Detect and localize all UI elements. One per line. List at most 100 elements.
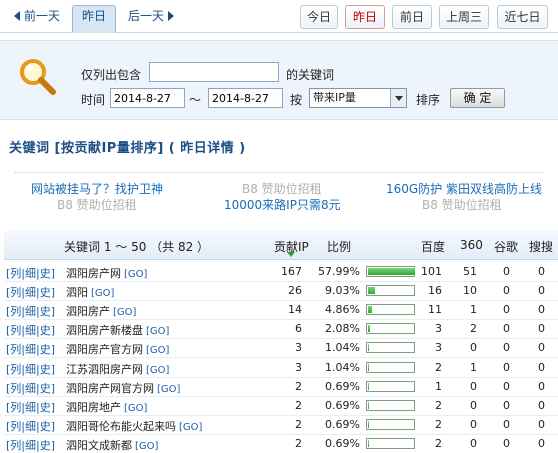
keyword-cell: 泗阳房产网官方网 [GO] bbox=[66, 380, 180, 396]
history-link[interactable]: |史] bbox=[36, 382, 55, 395]
sogou-column-header[interactable]: 搜搜 bbox=[529, 238, 553, 255]
keyword-cell: 江苏泗阳房产网 [GO] bbox=[66, 361, 169, 377]
go-link[interactable]: [GO] bbox=[124, 269, 147, 280]
go-link[interactable]: [GO] bbox=[113, 307, 136, 318]
date-from-input[interactable] bbox=[110, 88, 185, 108]
go-link[interactable]: [GO] bbox=[146, 345, 169, 356]
next-day-button[interactable]: 后一天 bbox=[120, 6, 182, 28]
ip-cell: 2 bbox=[295, 379, 302, 393]
range-tab-last-seven-days[interactable]: 近七日 bbox=[497, 5, 548, 29]
date-to-input[interactable] bbox=[208, 88, 283, 108]
360-cell: 0 bbox=[470, 436, 477, 450]
history-link[interactable]: |史] bbox=[36, 343, 55, 356]
detail-link[interactable]: |细 bbox=[21, 286, 36, 299]
keyword-text[interactable]: 泗阳哥伦布能火起来吗 bbox=[66, 420, 176, 433]
range-tab-last-wednesday[interactable]: 上周三 bbox=[439, 5, 489, 29]
detail-link[interactable]: |细 bbox=[21, 420, 36, 433]
list-link[interactable]: [列 bbox=[6, 401, 21, 414]
keyword-text[interactable]: 泗阳房产网官方网 bbox=[66, 382, 154, 395]
history-link[interactable]: |史] bbox=[36, 420, 55, 433]
sort-field-value: 带来IP量 bbox=[313, 91, 356, 104]
history-link[interactable]: |史] bbox=[36, 401, 55, 414]
history-link[interactable]: |史] bbox=[36, 286, 55, 299]
keyword-text[interactable]: 江苏泗阳房产网 bbox=[66, 363, 143, 376]
google-cell: 0 bbox=[503, 341, 510, 355]
detail-link[interactable]: |细 bbox=[21, 343, 36, 356]
360-cell: 1 bbox=[470, 303, 477, 317]
360-column-header[interactable]: 360 bbox=[460, 238, 483, 252]
history-link[interactable]: |史] bbox=[36, 267, 55, 280]
next-day-label: 后一天 bbox=[127, 9, 164, 23]
keyword-text[interactable]: 泗阳房产 bbox=[66, 305, 110, 318]
ad-placeholder[interactable]: B8 赞助位招租 bbox=[242, 180, 322, 197]
detail-link[interactable]: |细 bbox=[21, 305, 36, 318]
current-day-tab[interactable]: 昨日 bbox=[72, 5, 116, 33]
go-link[interactable]: [GO] bbox=[146, 326, 169, 337]
go-link[interactable]: [GO] bbox=[179, 422, 202, 433]
baidu-column-header[interactable]: 百度 bbox=[421, 238, 445, 255]
sogou-cell: 0 bbox=[538, 322, 545, 336]
ratio-bar bbox=[366, 437, 415, 449]
go-link[interactable]: [GO] bbox=[157, 384, 180, 395]
keyword-cell: 泗阳房地产 [GO] bbox=[66, 399, 147, 415]
row-actions: [列|细|史] bbox=[6, 361, 55, 377]
range-tab-today[interactable]: 今日 bbox=[300, 5, 338, 29]
ad-placeholder[interactable]: B8 赞助位招租 bbox=[422, 196, 502, 213]
keyword-text[interactable]: 泗阳房产官方网 bbox=[66, 343, 143, 356]
ratio-bar bbox=[366, 418, 415, 430]
keyword-text[interactable]: 泗阳房地产 bbox=[66, 401, 121, 414]
list-link[interactable]: [列 bbox=[6, 324, 21, 337]
keyword-cell: 泗阳房产官方网 [GO] bbox=[66, 341, 169, 357]
go-link[interactable]: [GO] bbox=[135, 441, 158, 452]
detail-link[interactable]: |细 bbox=[21, 363, 36, 376]
detail-link[interactable]: |细 bbox=[21, 267, 36, 280]
list-link[interactable]: [列 bbox=[6, 382, 21, 395]
go-link[interactable]: [GO] bbox=[146, 365, 169, 376]
list-link[interactable]: [列 bbox=[6, 420, 21, 433]
360-cell: 0 bbox=[470, 398, 477, 412]
ad-link[interactable]: 网站被挂马了？找护卫神 bbox=[31, 180, 163, 197]
list-link[interactable]: [列 bbox=[6, 305, 21, 318]
ratio-bar-fill bbox=[368, 401, 369, 409]
list-link[interactable]: [列 bbox=[6, 363, 21, 376]
confirm-button[interactable]: 确 定 bbox=[450, 88, 505, 108]
sort-field-select[interactable]: 带来IP量 bbox=[309, 88, 407, 108]
row-actions: [列|细|史] bbox=[6, 341, 55, 357]
keyword-text[interactable]: 泗阳房产新楼盘 bbox=[66, 324, 143, 337]
keyword-text[interactable]: 泗阳 bbox=[66, 286, 88, 299]
detail-link[interactable]: |细 bbox=[21, 382, 36, 395]
go-link[interactable]: [GO] bbox=[124, 403, 147, 414]
ad-placeholder[interactable]: B8 赞助位招租 bbox=[57, 196, 137, 213]
keyword-text[interactable]: 泗阳房产网 bbox=[66, 267, 121, 280]
ip-cell: 2 bbox=[295, 398, 302, 412]
list-link[interactable]: [列 bbox=[6, 343, 21, 356]
list-link[interactable]: [列 bbox=[6, 267, 21, 280]
keyword-text[interactable]: 泗阳文成新都 bbox=[66, 439, 132, 452]
ratio-bar-fill bbox=[368, 344, 369, 352]
previous-day-button[interactable]: 前一天 bbox=[6, 6, 68, 28]
list-link[interactable]: [列 bbox=[6, 286, 21, 299]
ratio-bar-fill bbox=[368, 306, 372, 314]
table-row: [列|细|史] 泗阳房产网官方网 [GO] 2 0.69% 1 0 0 0 bbox=[4, 378, 558, 397]
ad-link[interactable]: 10000来路IP只需8元 bbox=[224, 196, 341, 213]
go-link[interactable]: [GO] bbox=[91, 288, 114, 299]
history-link[interactable]: |史] bbox=[36, 324, 55, 337]
history-link[interactable]: |史] bbox=[36, 305, 55, 318]
table-row: [列|细|史] 泗阳房地产 [GO] 2 0.69% 2 0 0 0 bbox=[4, 397, 558, 416]
detail-link[interactable]: |细 bbox=[21, 401, 36, 414]
history-link[interactable]: |史] bbox=[36, 363, 55, 376]
ratio-bar bbox=[366, 304, 415, 316]
chevron-down-icon[interactable] bbox=[390, 89, 406, 107]
history-link[interactable]: |史] bbox=[36, 439, 55, 452]
google-column-header[interactable]: 谷歌 bbox=[494, 238, 518, 255]
detail-link[interactable]: |细 bbox=[21, 439, 36, 452]
ratio-column-header[interactable]: 比例 bbox=[327, 238, 351, 255]
ratio-cell: 4.86% bbox=[325, 303, 360, 317]
ad-link[interactable]: 160G防护 紫田双线高防上线 bbox=[386, 180, 542, 197]
range-tab-day-before[interactable]: 前日 bbox=[392, 5, 432, 29]
detail-link[interactable]: |细 bbox=[21, 324, 36, 337]
magnifier-icon bbox=[20, 59, 56, 95]
keyword-filter-input[interactable] bbox=[149, 62, 279, 82]
list-link[interactable]: [列 bbox=[6, 439, 21, 452]
range-tab-yesterday[interactable]: 昨日 bbox=[345, 5, 385, 29]
